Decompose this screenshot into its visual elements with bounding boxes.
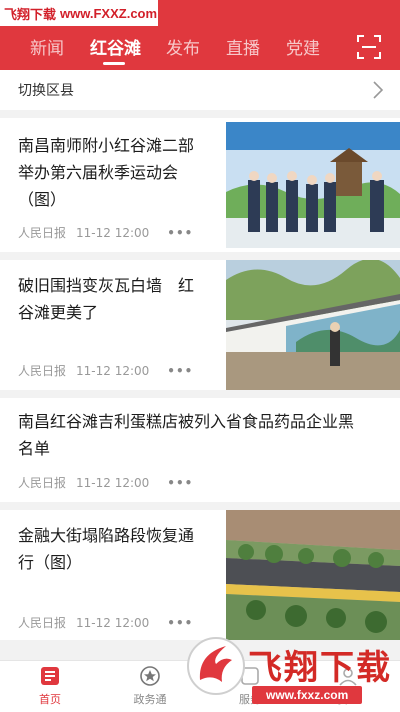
star-badge-icon [140, 666, 160, 686]
watermark-bottom-url: www.fxxz.com [252, 686, 363, 704]
watermark-bottom: 飞翔下载 www.fxxz.com [186, 632, 400, 712]
news-source: 人民日报 [18, 226, 67, 240]
news-title-line: 金融大街塌陷路段恢复通 [18, 526, 195, 545]
news-time: 11-12 12:00 [76, 225, 150, 240]
news-title-line: 破旧围挡变灰瓦白墙 红 [18, 276, 195, 295]
news-title-line: 谷滩更美了 [18, 303, 99, 322]
news-time: 11-12 12:00 [76, 615, 150, 630]
nav-home-label: 首页 [39, 693, 61, 706]
divider [0, 252, 400, 260]
district-switch-bar[interactable]: 切换区县 [0, 70, 400, 110]
news-source: 人民日报 [18, 476, 67, 490]
tab-news[interactable]: 新闻 [30, 30, 64, 70]
news-meta: 人民日报 11-12 12:00 ••• [18, 362, 193, 379]
news-title-line: 南昌南师附小红谷滩二部 [18, 136, 195, 155]
channel-tabs: 新闻 红谷滩 发布 直播 党建 [0, 30, 340, 70]
watermark-top: 飞翔下载 www.FXXZ.com [0, 0, 158, 26]
more-options-icon[interactable]: ••• [167, 364, 193, 378]
news-title-line: 行（图） [18, 553, 83, 572]
home-icon [41, 667, 59, 685]
divider [0, 390, 400, 398]
watermark-top-cn: 飞翔下载 [4, 7, 57, 23]
news-item-1[interactable]: 南昌南师附小红谷滩二部 举办第六届秋季运动会 （图） 人民日报 11-12 12… [0, 118, 400, 252]
tab-live[interactable]: 直播 [226, 30, 260, 70]
district-switch-label: 切换区县 [18, 83, 74, 99]
news-item-2[interactable]: 破旧围挡变灰瓦白墙 红 谷滩更美了 人民日报 11-12 12:00 ••• [0, 260, 400, 392]
chevron-right-icon [373, 81, 384, 99]
scan-icon[interactable] [357, 34, 381, 60]
news-time: 11-12 12:00 [76, 475, 150, 490]
news-item-3[interactable]: 南昌红谷滩吉利蛋糕店被列入省食品药品企业黑 名单 人民日报 11-12 12:0… [0, 398, 400, 502]
news-time: 11-12 12:00 [76, 363, 150, 378]
news-thumbnail [226, 260, 400, 390]
news-title-line: （图） [18, 190, 67, 209]
divider [0, 110, 400, 118]
news-meta: 人民日报 11-12 12:00 ••• [18, 614, 193, 631]
news-meta: 人民日报 11-12 12:00 ••• [18, 224, 193, 241]
news-title-line: 举办第六届秋季运动会 [18, 163, 179, 182]
active-tab-indicator [103, 62, 125, 65]
news-title-line: 名单 [18, 439, 51, 458]
more-options-icon[interactable]: ••• [167, 226, 193, 240]
news-meta: 人民日报 11-12 12:00 ••• [18, 474, 193, 491]
nav-government[interactable]: 政务通 [120, 665, 180, 707]
nav-government-label: 政务通 [133, 693, 167, 706]
tab-release[interactable]: 发布 [166, 30, 200, 70]
more-options-icon[interactable]: ••• [167, 476, 193, 490]
news-item-4[interactable]: 金融大街塌陷路段恢复通 行（图） 人民日报 11-12 12:00 ••• [0, 510, 400, 640]
news-source: 人民日报 [18, 364, 67, 378]
news-thumbnail [226, 510, 400, 640]
nav-home[interactable]: 首页 [20, 665, 80, 707]
more-options-icon[interactable]: ••• [167, 616, 193, 630]
watermark-bottom-cn: 飞翔下载 [248, 648, 392, 688]
app-screen: 飞翔下载 www.FXXZ.com 新闻 红谷滩 发布 直播 党建 切换区县 南… [0, 0, 400, 712]
news-title-line: 南昌红谷滩吉利蛋糕店被列入省食品药品企业黑 [18, 412, 355, 431]
tab-party[interactable]: 党建 [286, 30, 320, 70]
news-source: 人民日报 [18, 616, 67, 630]
top-header: 飞翔下载 www.FXXZ.com 新闻 红谷滩 发布 直播 党建 [0, 0, 400, 70]
watermark-logo-icon [187, 637, 245, 695]
news-thumbnail [226, 122, 400, 248]
divider [0, 502, 400, 510]
watermark-top-url: www.FXXZ.com [60, 5, 158, 21]
